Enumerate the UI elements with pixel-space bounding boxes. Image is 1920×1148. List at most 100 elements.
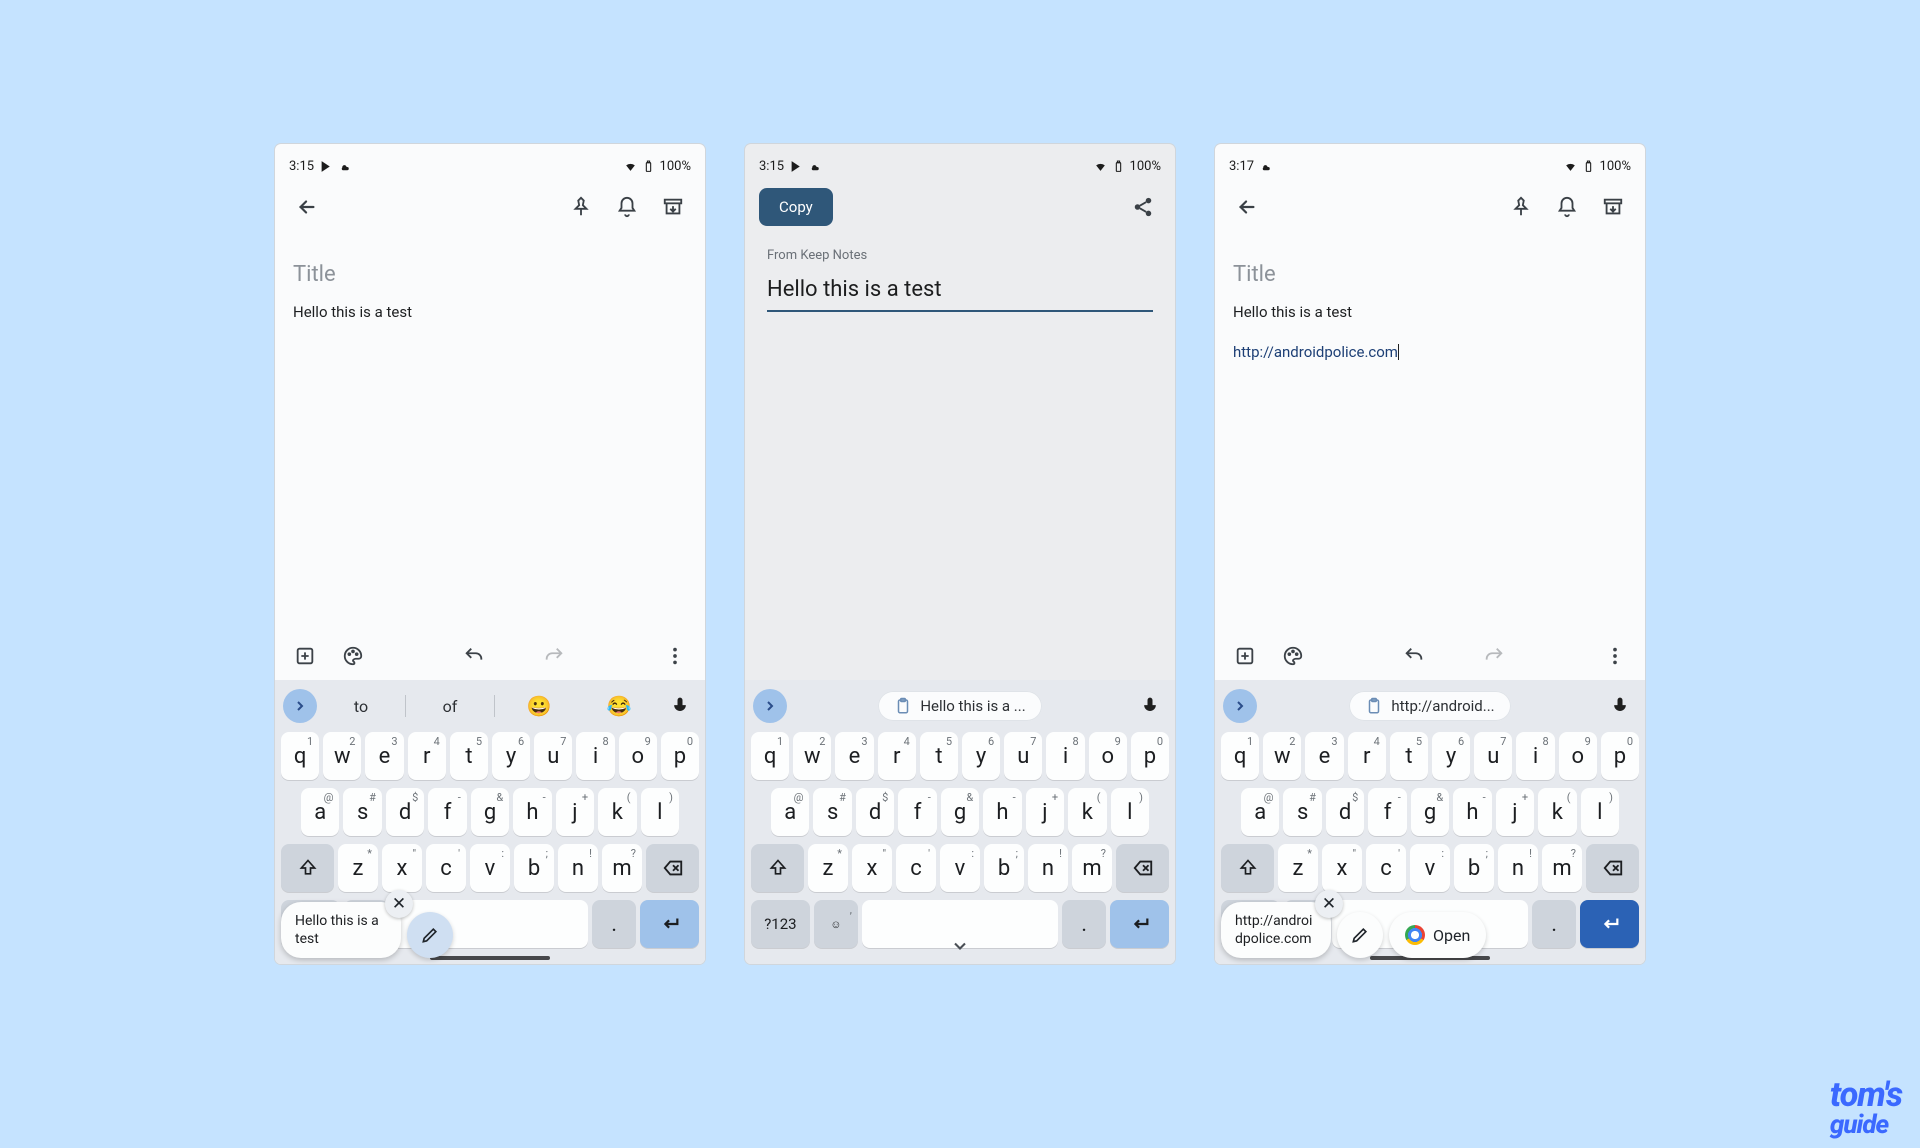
key-f[interactable]: f- bbox=[898, 788, 936, 836]
selected-text[interactable]: Hello this is a test bbox=[763, 267, 1157, 310]
reminder-button[interactable] bbox=[605, 185, 649, 229]
key-z[interactable]: z* bbox=[338, 844, 378, 892]
key-i[interactable]: i8 bbox=[1046, 732, 1084, 780]
shift-key[interactable] bbox=[281, 844, 334, 892]
key-y[interactable]: y6 bbox=[962, 732, 1000, 780]
key-p[interactable]: p0 bbox=[661, 732, 699, 780]
key-c[interactable]: c' bbox=[426, 844, 466, 892]
undo-button[interactable] bbox=[454, 636, 494, 676]
backspace-key[interactable] bbox=[1116, 844, 1169, 892]
key-n[interactable]: n! bbox=[1498, 844, 1538, 892]
key-g[interactable]: g& bbox=[1411, 788, 1449, 836]
key-w[interactable]: w2 bbox=[793, 732, 831, 780]
more-options-button[interactable] bbox=[1595, 636, 1635, 676]
expand-suggestions-icon[interactable] bbox=[753, 689, 787, 723]
undo-button[interactable] bbox=[1394, 636, 1434, 676]
key-t[interactable]: t5 bbox=[920, 732, 958, 780]
key-u[interactable]: u7 bbox=[1004, 732, 1042, 780]
key-l[interactable]: l) bbox=[1111, 788, 1149, 836]
key-l[interactable]: l) bbox=[641, 788, 679, 836]
palette-button[interactable] bbox=[333, 636, 373, 676]
key-l[interactable]: l) bbox=[1581, 788, 1619, 836]
key-d[interactable]: d$ bbox=[1326, 788, 1364, 836]
more-options-button[interactable] bbox=[655, 636, 695, 676]
key-y[interactable]: y6 bbox=[492, 732, 530, 780]
key-k[interactable]: k( bbox=[1538, 788, 1576, 836]
voice-input-button[interactable] bbox=[1133, 689, 1167, 723]
redo-button[interactable] bbox=[534, 636, 574, 676]
key-s[interactable]: s# bbox=[813, 788, 851, 836]
key-g[interactable]: g& bbox=[941, 788, 979, 836]
edit-clipboard-button[interactable] bbox=[1337, 912, 1383, 958]
key-q[interactable]: q1 bbox=[1221, 732, 1259, 780]
key-t[interactable]: t5 bbox=[450, 732, 488, 780]
key-k[interactable]: k( bbox=[598, 788, 636, 836]
key-d[interactable]: d$ bbox=[856, 788, 894, 836]
title-input[interactable]: Title bbox=[293, 262, 687, 287]
key-g[interactable]: g& bbox=[471, 788, 509, 836]
key-o[interactable]: o9 bbox=[1089, 732, 1127, 780]
key-x[interactable]: x'' bbox=[852, 844, 892, 892]
key-o[interactable]: o9 bbox=[619, 732, 657, 780]
enter-key[interactable] bbox=[1110, 900, 1169, 948]
key-a[interactable]: a@ bbox=[771, 788, 809, 836]
key-c[interactable]: c' bbox=[896, 844, 936, 892]
key-f[interactable]: f- bbox=[428, 788, 466, 836]
open-url-button[interactable]: Open bbox=[1389, 912, 1486, 958]
share-button[interactable] bbox=[1121, 185, 1165, 229]
emoji-key[interactable]: ☺, bbox=[814, 900, 858, 948]
suggestion-word[interactable]: of bbox=[414, 697, 486, 716]
key-b[interactable]: b; bbox=[514, 844, 554, 892]
key-r[interactable]: r4 bbox=[1348, 732, 1386, 780]
enter-key[interactable] bbox=[1580, 900, 1639, 948]
collapse-keyboard-icon[interactable] bbox=[950, 936, 970, 960]
key-u[interactable]: u7 bbox=[1474, 732, 1512, 780]
key-q[interactable]: q1 bbox=[281, 732, 319, 780]
voice-input-button[interactable] bbox=[663, 689, 697, 723]
key-j[interactable]: j+ bbox=[1496, 788, 1534, 836]
key-e[interactable]: e3 bbox=[1305, 732, 1343, 780]
suggestion-emoji[interactable]: 😂 bbox=[583, 694, 655, 718]
key-u[interactable]: u7 bbox=[534, 732, 572, 780]
palette-button[interactable] bbox=[1273, 636, 1313, 676]
key-v[interactable]: v: bbox=[470, 844, 510, 892]
key-h[interactable]: h- bbox=[983, 788, 1021, 836]
key-m[interactable]: m? bbox=[1542, 844, 1582, 892]
backspace-key[interactable] bbox=[646, 844, 699, 892]
key-n[interactable]: n! bbox=[558, 844, 598, 892]
clipboard-suggestion[interactable]: http://android... bbox=[1349, 691, 1510, 721]
redo-button[interactable] bbox=[1474, 636, 1514, 676]
key-i[interactable]: i8 bbox=[1516, 732, 1554, 780]
close-icon[interactable]: ✕ bbox=[1315, 890, 1343, 918]
key-s[interactable]: s# bbox=[1283, 788, 1321, 836]
add-content-button[interactable] bbox=[285, 636, 325, 676]
key-i[interactable]: i8 bbox=[576, 732, 614, 780]
suggestion-word[interactable]: to bbox=[325, 697, 397, 716]
archive-button[interactable] bbox=[1591, 185, 1635, 229]
key-b[interactable]: b; bbox=[984, 844, 1024, 892]
key-v[interactable]: v: bbox=[940, 844, 980, 892]
shift-key[interactable] bbox=[751, 844, 804, 892]
key-d[interactable]: d$ bbox=[386, 788, 424, 836]
expand-suggestions-icon[interactable] bbox=[1223, 689, 1257, 723]
edit-clipboard-button[interactable] bbox=[407, 912, 453, 958]
copy-button[interactable]: Copy bbox=[759, 188, 833, 226]
key-b[interactable]: b; bbox=[1454, 844, 1494, 892]
back-button[interactable] bbox=[285, 185, 329, 229]
voice-input-button[interactable] bbox=[1603, 689, 1637, 723]
key-v[interactable]: v: bbox=[1410, 844, 1450, 892]
key-t[interactable]: t5 bbox=[1390, 732, 1428, 780]
key-x[interactable]: x'' bbox=[382, 844, 422, 892]
period-key[interactable]: . bbox=[592, 900, 636, 948]
title-input[interactable]: Title bbox=[1233, 262, 1627, 287]
note-body[interactable]: Hello this is a test bbox=[293, 301, 687, 323]
numbers-key[interactable]: ?123 bbox=[751, 900, 810, 948]
key-f[interactable]: f- bbox=[1368, 788, 1406, 836]
key-e[interactable]: e3 bbox=[365, 732, 403, 780]
key-z[interactable]: z* bbox=[1278, 844, 1318, 892]
close-icon[interactable]: ✕ bbox=[385, 890, 413, 918]
pin-button[interactable] bbox=[1499, 185, 1543, 229]
key-m[interactable]: m? bbox=[602, 844, 642, 892]
clipboard-bubble[interactable]: http://androidpolice.com ✕ bbox=[1221, 902, 1331, 958]
key-w[interactable]: w2 bbox=[1263, 732, 1301, 780]
